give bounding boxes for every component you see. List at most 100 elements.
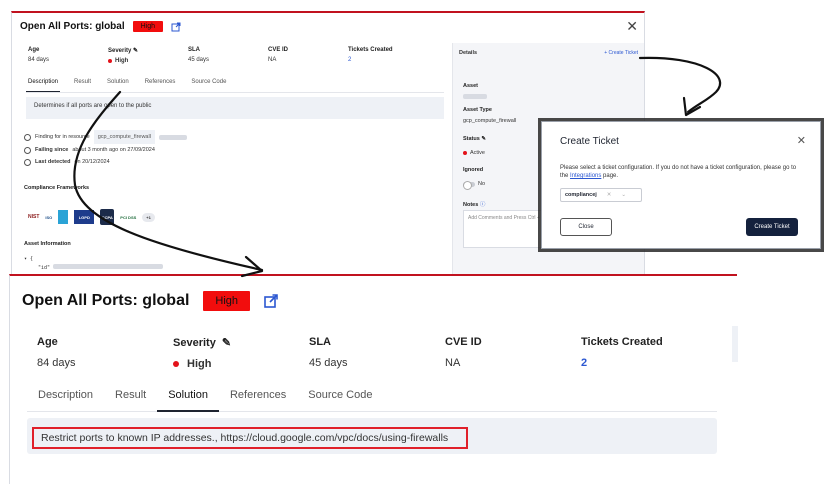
meta-value: NA bbox=[445, 357, 461, 369]
close-button[interactable]: Close bbox=[560, 218, 612, 236]
status-value: Active bbox=[463, 150, 485, 156]
ccpa-logo: CCPA bbox=[100, 209, 115, 225]
panel-header: Open All Ports: global High bbox=[20, 21, 181, 32]
asset-label: Asset bbox=[463, 83, 478, 89]
modal-instructions: Please select a ticket configuration. If… bbox=[560, 165, 797, 179]
finding-info: Finding for in resource gcp_compute_firew… bbox=[24, 130, 187, 168]
meta-age: Age 84 days bbox=[37, 336, 173, 370]
tab-references[interactable]: References bbox=[143, 77, 178, 92]
meta-label: Tickets Created bbox=[348, 47, 393, 53]
ticket-config-select[interactable]: compliancej ✕ ⌄ bbox=[560, 188, 642, 202]
failing-since-row: Failing since about 3 month ago on 27/09/… bbox=[24, 144, 187, 156]
meta-severity: Severity ✎ High bbox=[108, 47, 188, 64]
meta-value: NA bbox=[268, 57, 277, 63]
meta-severity: Severity ✎ High bbox=[173, 336, 309, 370]
pci-dss-logo: PCI DSS bbox=[120, 214, 137, 220]
tab-bar: Description Result Solution References S… bbox=[26, 77, 444, 93]
meta-tickets: Tickets Created 2 bbox=[348, 47, 438, 64]
clear-icon[interactable]: ✕ bbox=[607, 192, 612, 198]
status-label: Status ✎ bbox=[463, 136, 486, 142]
tab-solution[interactable]: Solution bbox=[105, 77, 131, 92]
meta-value: 84 days bbox=[28, 57, 50, 63]
asset-json: ▾ { "id" bbox=[24, 255, 164, 273]
iso-logo: ISO bbox=[45, 214, 53, 220]
arrow-create-to-modal bbox=[638, 56, 722, 114]
meta-sla: SLA 45 days bbox=[309, 336, 445, 370]
arrow-head-create bbox=[682, 96, 702, 117]
modal-title: Create Ticket bbox=[560, 136, 619, 147]
globe-icon bbox=[24, 133, 31, 141]
lgpd-logo: LGPD bbox=[74, 210, 95, 224]
redacted-text bbox=[53, 264, 164, 269]
severity-dot-icon bbox=[108, 59, 112, 63]
integrations-link[interactable]: Integrations bbox=[570, 173, 601, 179]
severity-dot-icon bbox=[173, 361, 179, 367]
finding-detail-panel-zoomed: Open All Ports: global High Age 84 days S… bbox=[9, 274, 738, 484]
edit-icon[interactable]: ✎ bbox=[133, 48, 138, 54]
ignored-toggle[interactable] bbox=[463, 180, 475, 190]
details-sidebar-edge bbox=[732, 326, 738, 362]
meta-label: SLA bbox=[309, 336, 331, 348]
tab-description[interactable]: Description bbox=[26, 77, 61, 92]
edit-icon[interactable]: ✎ bbox=[481, 136, 486, 142]
meta-value: 84 days bbox=[37, 357, 76, 369]
meta-sla: SLA 45 days bbox=[188, 47, 268, 64]
tickets-count-link[interactable]: 2 bbox=[348, 57, 438, 63]
severity-badge: High bbox=[132, 21, 164, 32]
redacted-text bbox=[158, 134, 187, 140]
shield-logo-icon bbox=[58, 210, 69, 224]
resource-pill: gcp_compute_firewall bbox=[93, 130, 155, 144]
panel-header: Open All Ports: global High bbox=[22, 291, 278, 311]
meta-cve: CVE ID NA bbox=[445, 336, 581, 370]
finding-resource-row: Finding for in resource gcp_compute_firew… bbox=[24, 130, 187, 144]
edit-icon[interactable]: ✎ bbox=[222, 336, 231, 349]
more-frameworks-badge[interactable]: +1 bbox=[142, 212, 155, 222]
meta-label: Tickets Created bbox=[581, 336, 663, 348]
meta-tickets: Tickets Created 2 bbox=[581, 336, 717, 370]
close-icon[interactable]: ✕ bbox=[797, 134, 806, 147]
status-dot-icon bbox=[463, 151, 467, 155]
close-icon[interactable]: ✕ bbox=[626, 19, 638, 33]
tab-bar: Description Result Solution References S… bbox=[27, 381, 717, 412]
clock-icon bbox=[24, 146, 31, 154]
ignored-value: No bbox=[463, 180, 485, 190]
create-ticket-button[interactable]: Create Ticket bbox=[746, 218, 798, 236]
tab-references[interactable]: References bbox=[219, 381, 297, 412]
tab-solution[interactable]: Solution bbox=[157, 381, 219, 412]
collapse-icon[interactable]: ▾ bbox=[24, 256, 27, 262]
chevron-down-icon[interactable]: ⌄ bbox=[621, 192, 626, 198]
tab-result[interactable]: Result bbox=[104, 381, 157, 412]
meta-value: 45 days bbox=[309, 357, 348, 369]
asset-info-title: Asset Information bbox=[24, 241, 71, 247]
meta-value: High bbox=[108, 58, 188, 64]
meta-label: CVE ID bbox=[268, 47, 289, 53]
meta-label: CVE ID bbox=[445, 336, 482, 348]
meta-value: High bbox=[173, 358, 309, 370]
create-ticket-link[interactable]: + Create Ticket bbox=[604, 50, 638, 56]
meta-label: Age bbox=[28, 47, 40, 53]
redacted-text bbox=[463, 94, 487, 99]
meta-label: SLA bbox=[188, 47, 200, 53]
clock-icon bbox=[24, 158, 31, 166]
external-link-icon[interactable] bbox=[264, 294, 278, 308]
tab-source-code[interactable]: Source Code bbox=[189, 77, 228, 92]
asset-value bbox=[463, 94, 487, 99]
compliance-title: Compliance Frameworks bbox=[24, 185, 90, 191]
meta-label: Severity ✎ bbox=[173, 336, 232, 350]
tab-result[interactable]: Result bbox=[72, 77, 93, 92]
external-link-icon[interactable] bbox=[171, 22, 181, 32]
tickets-count-link[interactable]: 2 bbox=[581, 357, 717, 369]
solution-text-highlight: Restrict ports to known IP addresses., h… bbox=[32, 427, 468, 449]
asset-type-label: Asset Type bbox=[463, 107, 492, 113]
meta-value: 45 days bbox=[188, 57, 210, 63]
page-title: Open All Ports: global bbox=[20, 21, 125, 32]
tab-description[interactable]: Description bbox=[27, 381, 104, 412]
description-box: Determines if all ports are open to the … bbox=[26, 97, 444, 119]
finding-meta: Age 84 days Severity ✎ High SLA 45 days CVE … bbox=[37, 336, 717, 370]
create-ticket-modal: Create Ticket ✕ Please select a ticket c… bbox=[541, 121, 821, 249]
tab-source-code[interactable]: Source Code bbox=[297, 381, 383, 412]
meta-label: Age bbox=[37, 336, 58, 348]
page-title: Open All Ports: global bbox=[22, 292, 190, 309]
ignored-label: Ignored bbox=[463, 167, 484, 173]
notes-label: Notes ⓘ bbox=[463, 202, 486, 208]
